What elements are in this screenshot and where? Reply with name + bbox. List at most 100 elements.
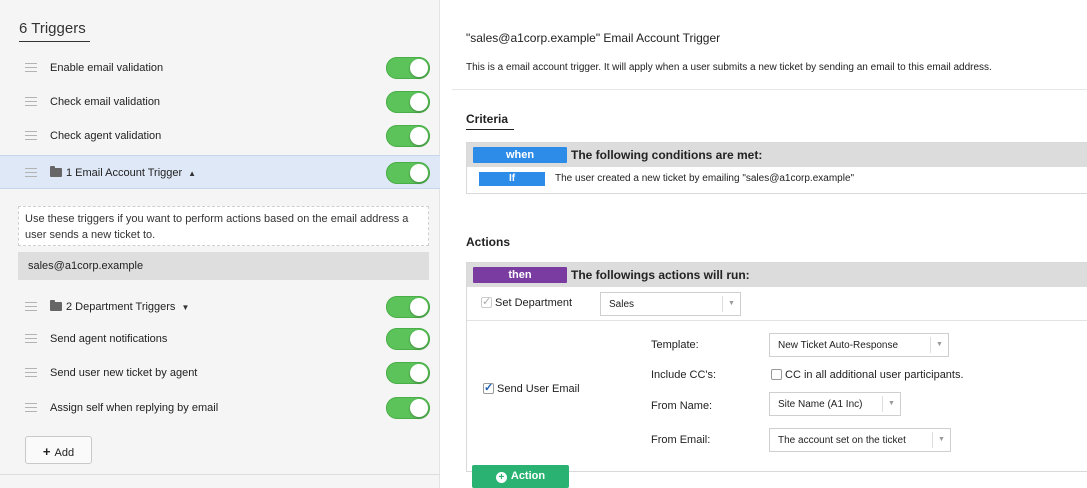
from-name-value: Site Name (A1 Inc) (778, 399, 863, 410)
actions-heading: Actions (466, 235, 511, 249)
trigger-title: "sales@a1corp.example" Email Account Tri… (466, 31, 721, 45)
send-user-email-checkbox[interactable]: Send User Email (483, 381, 580, 395)
trigger-group-name: 2 Department Triggers (66, 301, 176, 313)
actions-block: then The followings actions will run: Se… (466, 262, 1087, 472)
criteria-underline (466, 129, 514, 130)
toggle-knob (410, 399, 428, 417)
toggle-knob (410, 298, 428, 316)
add-trigger-button[interactable]: + Add (25, 436, 92, 464)
trigger-description: This is a email account trigger. It will… (466, 62, 992, 73)
actions-header: then The followings actions will run: (467, 263, 1087, 287)
trigger-toggle[interactable] (386, 296, 430, 318)
from-email-label: From Email: (651, 434, 711, 446)
group-description: Use these triggers if you want to perfor… (18, 206, 429, 246)
department-value: Sales (609, 299, 635, 310)
chevron-down-icon: ▼ (930, 337, 948, 353)
sidebar-bottom-divider (0, 474, 440, 475)
set-department-label: Set Department (495, 297, 573, 309)
trigger-detail-panel: "sales@a1corp.example" Email Account Tri… (452, 0, 1087, 488)
add-action-label: Action (510, 470, 546, 482)
trigger-label[interactable]: Send agent notifications (50, 333, 167, 345)
template-select[interactable]: New Ticket Auto-Response ▼ (769, 333, 949, 357)
trigger-toggle[interactable] (386, 162, 430, 184)
template-value: New Ticket Auto-Response (778, 340, 899, 351)
criteria-heading: Criteria (466, 112, 509, 126)
template-label: Template: (651, 339, 699, 351)
drag-handle-icon[interactable] (25, 97, 37, 106)
drag-handle-icon[interactable] (25, 131, 37, 140)
folder-icon (50, 300, 62, 311)
department-select[interactable]: Sales ▼ (600, 292, 741, 316)
trigger-row[interactable]: Check agent validation (0, 119, 440, 153)
checkbox-icon[interactable] (481, 295, 492, 308)
criteria-header: when The following conditions are met: (467, 143, 1087, 167)
criteria-block: when The following conditions are met: I… (466, 142, 1087, 194)
caret-up-icon[interactable]: ▲ (188, 169, 196, 178)
toggle-knob (410, 93, 428, 111)
trigger-toggle[interactable] (386, 125, 430, 147)
caret-down-icon[interactable]: ▼ (181, 303, 189, 312)
drag-handle-icon[interactable] (25, 302, 37, 311)
trigger-row[interactable]: Enable email validation (0, 51, 440, 85)
trigger-label[interactable]: Check email validation (50, 96, 160, 108)
add-button-label: Add (54, 447, 75, 459)
toggle-knob (410, 164, 428, 182)
from-name-select[interactable]: Site Name (A1 Inc) ▼ (769, 392, 901, 416)
detail-divider (452, 89, 1087, 90)
trigger-toggle[interactable] (386, 57, 430, 79)
include-cc-option: CC in all additional user participants. (785, 369, 964, 381)
trigger-toggle[interactable] (386, 362, 430, 384)
if-pill: If (479, 172, 545, 186)
drag-handle-icon[interactable] (25, 368, 37, 377)
toggle-knob (410, 330, 428, 348)
drag-handle-icon[interactable] (25, 403, 37, 412)
trigger-toggle[interactable] (386, 328, 430, 350)
trigger-label[interactable]: Send user new ticket by agent (50, 367, 197, 379)
chevron-down-icon: ▼ (932, 432, 950, 448)
actions-heading-text: The followings actions will run: (571, 268, 750, 282)
plus-circle-icon: + (495, 472, 507, 483)
group-sub-item[interactable]: sales@a1corp.example (18, 252, 429, 280)
trigger-row[interactable]: Send user new ticket by agent (0, 356, 440, 390)
trigger-toggle[interactable] (386, 397, 430, 419)
drag-handle-icon[interactable] (25, 168, 37, 177)
set-department-checkbox[interactable]: Set Department (481, 295, 573, 309)
trigger-label[interactable]: Enable email validation (50, 62, 163, 74)
conditions-heading: The following conditions are met: (571, 148, 763, 162)
drag-handle-icon[interactable] (25, 63, 37, 72)
toggle-knob (410, 127, 428, 145)
trigger-row[interactable]: Send agent notifications (0, 322, 440, 356)
from-name-label: From Name: (651, 400, 713, 412)
toggle-knob (410, 364, 428, 382)
triggers-count-title: 6 Triggers (19, 20, 86, 37)
trigger-row[interactable]: Check email validation (0, 85, 440, 119)
plus-icon: + (42, 444, 51, 459)
from-email-select[interactable]: The account set on the ticket ▼ (769, 428, 951, 452)
trigger-group-department[interactable]: 2 Department Triggers ▼ (0, 290, 440, 324)
then-pill: then (473, 267, 567, 283)
trigger-group-email-account[interactable]: 1 Email Account Trigger ▲ (0, 155, 440, 189)
trigger-label[interactable]: Assign self when replying by email (50, 402, 218, 414)
trigger-group-label[interactable]: 1 Email Account Trigger ▲ (50, 166, 196, 179)
title-underline (19, 41, 90, 42)
condition-text[interactable]: The user created a new ticket by emailin… (555, 173, 854, 184)
triggers-sidebar: 6 Triggers Enable email validation Check… (0, 0, 440, 488)
trigger-group-name: 1 Email Account Trigger (66, 167, 183, 179)
include-cc-label: Include CC's: (651, 369, 717, 381)
add-action-button[interactable]: + Action (472, 465, 569, 488)
chevron-down-icon: ▼ (882, 396, 900, 412)
send-user-email-label: Send User Email (497, 383, 580, 395)
set-department-row: Set Department Sales ▼ (467, 287, 1087, 321)
include-cc-checkbox[interactable]: CC in all additional user participants. (771, 369, 964, 381)
toggle-knob (410, 59, 428, 77)
checkbox-checked-icon[interactable] (483, 381, 494, 394)
trigger-row[interactable]: Assign self when replying by email (0, 391, 440, 425)
chevron-down-icon: ▼ (722, 296, 740, 312)
folder-open-icon (50, 166, 62, 177)
drag-handle-icon[interactable] (25, 334, 37, 343)
when-pill: when (473, 147, 567, 163)
trigger-group-label[interactable]: 2 Department Triggers ▼ (50, 300, 189, 313)
trigger-toggle[interactable] (386, 91, 430, 113)
trigger-label[interactable]: Check agent validation (50, 130, 161, 142)
checkbox-icon[interactable] (771, 369, 782, 380)
